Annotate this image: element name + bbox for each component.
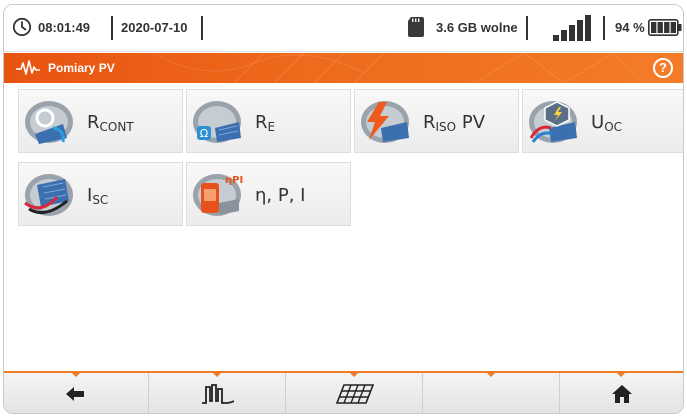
status-time: 08:01:49 (38, 20, 91, 35)
short-circuit-current-icon (24, 174, 73, 216)
battery-cell (664, 22, 670, 33)
battery-cell (651, 22, 657, 33)
battery-percent: 94 % (615, 20, 645, 35)
status-separator (111, 16, 113, 40)
battery-cell (657, 22, 663, 33)
status-date: 2020-07-10 (121, 20, 188, 35)
device-screen: 08:01:49 2020-07-10 3.6 GB wolne 94 % Po… (3, 4, 684, 414)
tab-notch (212, 372, 222, 377)
earth-resistance-icon: Ω (193, 101, 241, 143)
tile-efficiency[interactable]: ηPI η, P, I (186, 162, 351, 226)
pv-waveform-icon (16, 60, 40, 75)
status-bar: 08:01:49 2020-07-10 3.6 GB wolne 94 % (4, 5, 683, 52)
home-button[interactable] (560, 372, 683, 413)
tile-label: η, P, I (255, 185, 306, 206)
insulation-lightning-icon (361, 101, 409, 143)
tile-uoc[interactable]: UOC (522, 89, 683, 153)
tile-isc[interactable]: ISC (18, 162, 183, 226)
tab-notch (486, 372, 496, 377)
tile-label: RE (255, 112, 276, 134)
back-button[interactable] (4, 372, 149, 413)
page-title: Pomiary PV (48, 61, 115, 75)
status-separator (201, 16, 203, 40)
open-circuit-voltage-icon (529, 101, 577, 143)
tab-notch (71, 372, 81, 377)
battery-icon (648, 19, 682, 36)
tile-rcont[interactable]: RCONT (18, 89, 183, 153)
tile-riso-pv[interactable]: RISO PV (354, 89, 519, 153)
back-arrow-icon (66, 387, 84, 401)
status-separator (526, 16, 528, 40)
status-storage: 3.6 GB wolne (436, 20, 518, 35)
tile-label: ISC (87, 185, 109, 207)
tab-notch (349, 372, 359, 377)
empty-button[interactable] (423, 372, 560, 413)
help-button[interactable]: ? (653, 58, 673, 78)
clock-icon (12, 17, 32, 37)
sd-card-icon (408, 17, 424, 37)
tile-re[interactable]: Ω RE (186, 89, 351, 153)
continuity-meter-icon (25, 101, 73, 144)
status-separator (603, 16, 605, 40)
filter-button[interactable] (149, 372, 286, 413)
pv-panel-button[interactable] (286, 372, 423, 413)
svg-text:Ω: Ω (200, 127, 208, 140)
tab-notch (616, 372, 626, 377)
module-header: Pomiary PV ? (4, 53, 683, 83)
tile-label: RCONT (87, 112, 134, 134)
svg-text:ηPI: ηPI (225, 175, 243, 186)
tile-label: RISO PV (423, 112, 486, 134)
home-icon (612, 385, 632, 403)
efficiency-power-icon: ηPI (193, 174, 243, 216)
waveform-filter-icon (202, 384, 234, 404)
solar-panel-icon (336, 384, 374, 404)
bottom-toolbar (4, 371, 683, 413)
battery-cell (670, 22, 676, 33)
tile-label: UOC (591, 112, 623, 134)
signal-bars-icon (553, 15, 591, 41)
